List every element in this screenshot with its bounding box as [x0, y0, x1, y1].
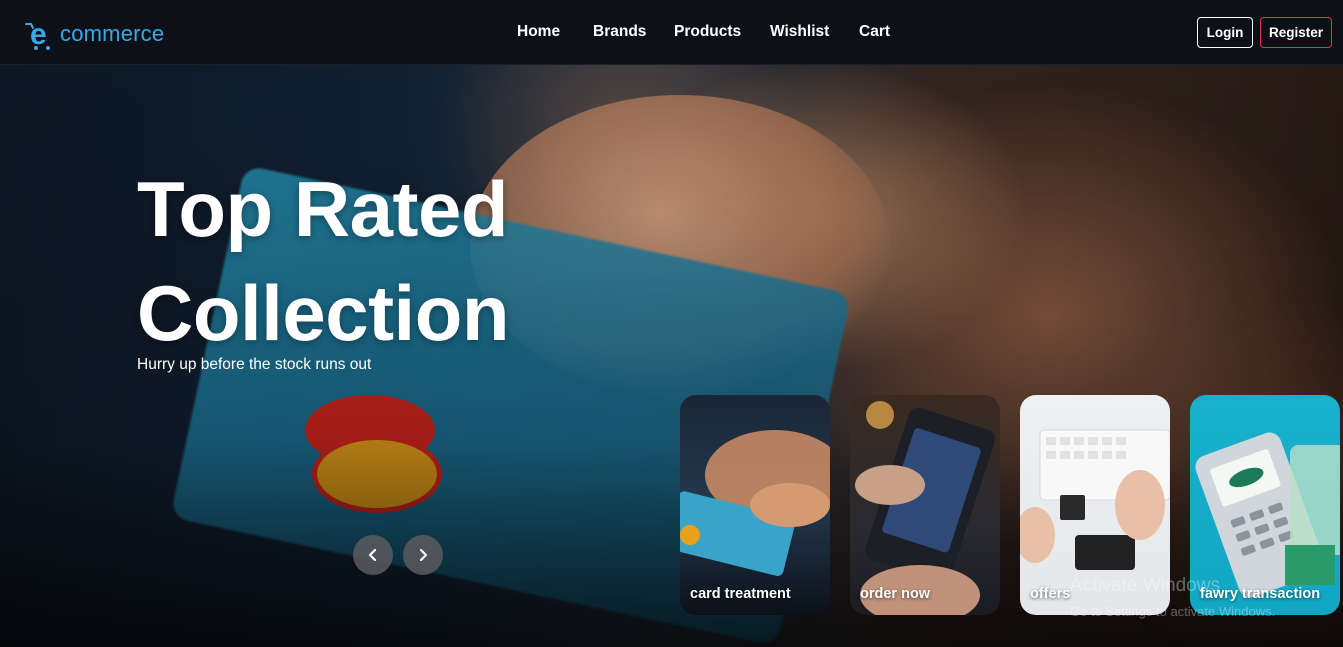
register-button[interactable]: Register	[1260, 17, 1332, 48]
carousel-prev-button[interactable]	[353, 535, 393, 575]
svg-text:e: e	[30, 18, 47, 51]
nav-products[interactable]: Products	[674, 23, 741, 41]
hero-title: Top Rated Collection	[137, 157, 657, 365]
os-watermark-title: Activate Windows	[1070, 575, 1220, 596]
carousel-next-button[interactable]	[403, 535, 443, 575]
hero-title-line2: Collection	[137, 269, 510, 357]
nav-links: Home Brands Products Wishlist Cart	[0, 0, 1343, 65]
phone-shopping-image	[855, 401, 995, 615]
slide-label: card treatment	[690, 586, 791, 602]
chevron-left-icon	[368, 548, 377, 562]
slide-label: order now	[860, 586, 931, 602]
card-payment-image	[680, 430, 830, 576]
hero-carousel: Top Rated Collection Hurry up before the…	[0, 65, 1343, 647]
slide-thumb-card-treatment[interactable]: card treatment	[680, 395, 830, 615]
nav-home[interactable]: Home	[517, 23, 560, 41]
slide-thumb-order-now[interactable]: order now	[850, 395, 1000, 615]
chevron-right-icon	[419, 548, 428, 562]
hero-subtitle: Hurry up before the stock runs out	[137, 356, 372, 373]
slide-label: offers	[1030, 586, 1071, 602]
os-watermark-subtitle: Go to Settings to activate Windows.	[1070, 604, 1276, 619]
nav-cart[interactable]: Cart	[859, 23, 890, 41]
cart-e-icon: e	[25, 18, 50, 51]
hero-title-line1: Top Rated	[137, 165, 509, 253]
login-button[interactable]: Login	[1197, 17, 1253, 48]
nav-wishlist[interactable]: Wishlist	[770, 23, 829, 41]
nav-brands[interactable]: Brands	[593, 23, 646, 41]
brand-logo[interactable]: e commerce	[24, 16, 164, 52]
navbar: e commerce Home Brands Products Wishlist…	[0, 0, 1343, 65]
brand-name: commerce	[60, 21, 165, 46]
